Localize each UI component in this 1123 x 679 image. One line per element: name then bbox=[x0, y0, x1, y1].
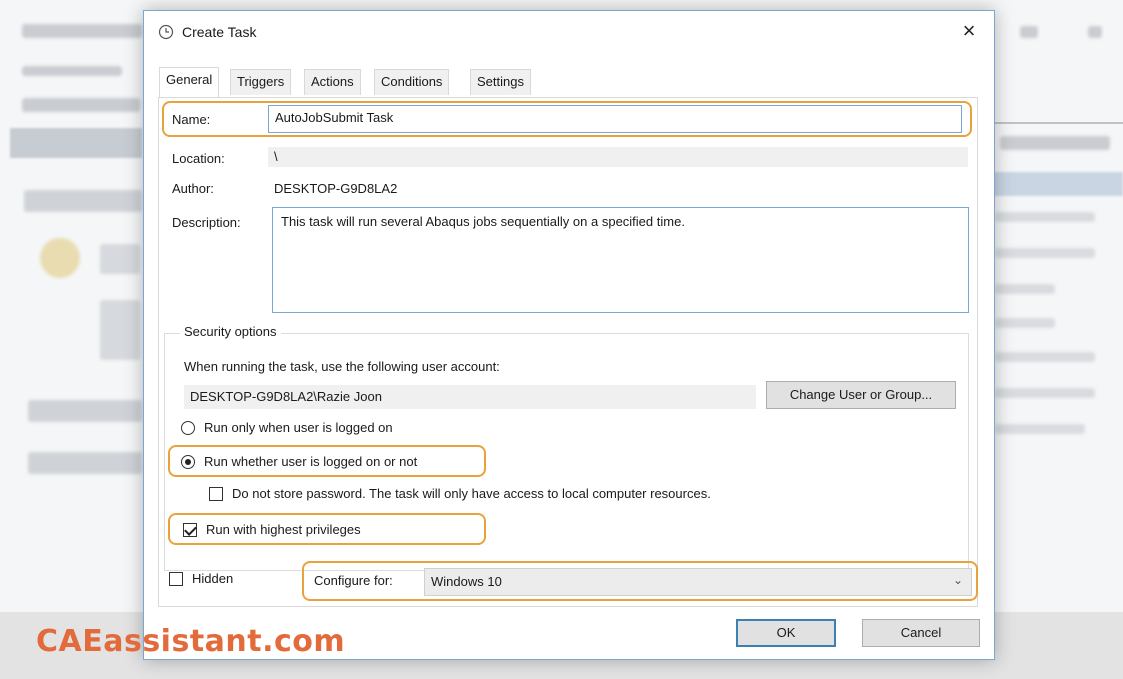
do-not-store-password-label[interactable]: Do not store password. The task will onl… bbox=[232, 486, 711, 501]
do-not-store-password-checkbox[interactable] bbox=[209, 487, 223, 501]
tab-triggers[interactable]: Triggers bbox=[230, 69, 292, 95]
tab-actions[interactable]: Actions bbox=[304, 69, 361, 95]
background-close-blur bbox=[1088, 26, 1102, 38]
background-menu-blur bbox=[22, 66, 122, 76]
background-actions-header bbox=[985, 172, 1123, 196]
watermark-text: CAEassistant.com bbox=[36, 624, 346, 659]
description-textarea[interactable]: This task will run several Abaqus jobs s… bbox=[272, 207, 969, 313]
radio-whether-logged-on-label[interactable]: Run whether user is logged on or not bbox=[204, 454, 417, 469]
location-label: Location: bbox=[172, 151, 225, 166]
create-task-dialog: Create Task × General Triggers Actions C… bbox=[143, 10, 995, 660]
name-input[interactable]: AutoJobSubmit Task bbox=[268, 105, 962, 133]
clock-icon bbox=[158, 24, 174, 40]
chevron-down-icon: ⌄ bbox=[952, 573, 963, 587]
background-action-item bbox=[995, 388, 1095, 398]
hidden-checkbox[interactable] bbox=[169, 572, 183, 586]
configure-for-value: Windows 10 bbox=[431, 574, 502, 589]
user-account-field: DESKTOP-G9D8LA2\Razie Joon bbox=[184, 385, 756, 409]
location-value: \ bbox=[268, 147, 968, 167]
account-prompt: When running the task, use the following… bbox=[184, 359, 500, 374]
background-action-item bbox=[995, 284, 1055, 294]
background-action-item bbox=[995, 248, 1095, 258]
background-left-item bbox=[24, 190, 142, 212]
background-text-blur bbox=[100, 244, 140, 274]
background-right-blur bbox=[1000, 136, 1110, 150]
background-action-item bbox=[995, 318, 1055, 328]
tab-conditions[interactable]: Conditions bbox=[374, 69, 450, 95]
background-title-blur bbox=[22, 24, 142, 38]
name-label: Name: bbox=[172, 112, 211, 127]
security-options-legend: Security options bbox=[180, 324, 281, 339]
change-user-button[interactable]: Change User or Group... bbox=[766, 381, 956, 409]
description-label: Description: bbox=[172, 215, 241, 230]
radio-whether-logged-on[interactable] bbox=[181, 455, 195, 469]
highest-privileges-label[interactable]: Run with highest privileges bbox=[206, 522, 361, 537]
background-status-blur bbox=[28, 400, 142, 422]
background-action-item bbox=[995, 352, 1095, 362]
background-toolbar-blur bbox=[22, 98, 140, 112]
ok-button[interactable]: OK bbox=[736, 619, 836, 647]
tab-settings[interactable]: Settings bbox=[470, 69, 531, 95]
dialog-title: Create Task bbox=[182, 24, 257, 40]
background-clock-blur bbox=[40, 238, 80, 278]
configure-for-select[interactable]: Windows 10 ⌄ bbox=[424, 568, 972, 596]
author-value: DESKTOP-G9D8LA2 bbox=[274, 181, 398, 196]
author-label: Author: bbox=[172, 181, 214, 196]
hidden-label[interactable]: Hidden bbox=[192, 571, 233, 586]
highest-privileges-checkbox[interactable] bbox=[183, 523, 197, 537]
radio-logged-on-only-label[interactable]: Run only when user is logged on bbox=[204, 420, 393, 435]
close-button[interactable]: × bbox=[954, 17, 984, 47]
radio-logged-on-only[interactable] bbox=[181, 421, 195, 435]
background-left-header bbox=[10, 128, 142, 158]
tab-general[interactable]: General bbox=[159, 67, 220, 97]
background-text-blur-2 bbox=[100, 300, 140, 360]
background-action-item bbox=[995, 212, 1095, 222]
dialog-titlebar[interactable]: Create Task × bbox=[144, 11, 994, 55]
background-action-item bbox=[995, 424, 1085, 434]
background-right-divider bbox=[980, 122, 1123, 124]
background-active-blur bbox=[28, 452, 142, 474]
cancel-button[interactable]: Cancel bbox=[862, 619, 980, 647]
background-maximize-blur bbox=[1020, 26, 1038, 38]
configure-for-label: Configure for: bbox=[314, 573, 393, 588]
